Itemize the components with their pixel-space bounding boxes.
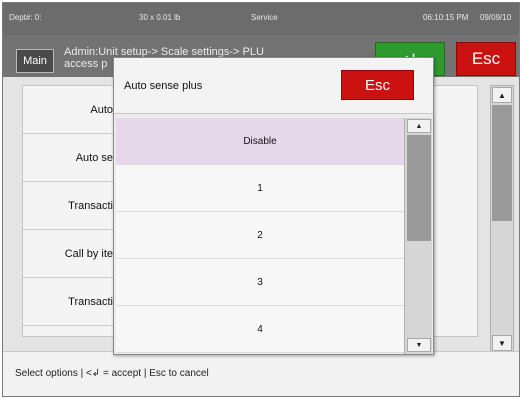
status-time: 06:10:15 PM [423,13,469,22]
triangle-up-icon: ▲ [415,122,423,130]
triangle-down-icon: ▼ [498,338,506,348]
dialog-scroll-down-button[interactable]: ▼ [407,338,431,352]
triangle-down-icon: ▼ [415,341,423,349]
dialog-title: Auto sense plus [124,80,203,92]
status-mode: Service [251,13,278,22]
dialog-scrollbar[interactable]: ▲ ▼ [404,118,432,354]
settings-row[interactable]: Auto [23,86,119,134]
scroll-up-button[interactable]: ▲ [492,87,512,103]
option-1[interactable]: 1 [116,165,404,212]
settings-row[interactable]: Call by ite [23,230,119,278]
scroll-down-button[interactable]: ▼ [492,335,512,351]
esc-button[interactable]: Esc [456,42,516,76]
option-2[interactable]: 2 [116,212,404,259]
settings-row[interactable]: Transacti [23,182,119,230]
option-4[interactable]: 4 [116,306,404,353]
option-list: Disable 1 2 3 4 [116,118,404,354]
settings-row[interactable]: Transacti [23,278,119,326]
dialog-scroll-up-button[interactable]: ▲ [407,119,431,133]
option-3[interactable]: 3 [116,259,404,306]
status-bar: Dept#: 0: 30 x 0.01 lb Service 06:10:15 … [3,3,519,35]
option-disable[interactable]: Disable [116,118,404,165]
hint-text: Select options | <↲ = accept | Esc to ca… [15,368,209,379]
dialog-esc-button[interactable]: Esc [341,70,414,100]
status-weight: 30 x 0.01 lb [139,13,181,22]
dialog-scrollbar-thumb[interactable] [407,135,431,241]
hint-bar: Select options | <↲ = accept | Esc to ca… [3,351,519,396]
option-dialog: Auto sense plus Esc Disable 1 2 3 4 ▲ ▼ [113,57,434,355]
main-button[interactable]: Main [16,49,54,73]
scale-screen: Dept#: 0: 30 x 0.01 lb Service 06:10:15 … [2,2,520,397]
settings-scrollbar[interactable]: ▲ ▼ [490,85,514,353]
triangle-up-icon: ▲ [498,90,506,100]
dialog-header: Auto sense plus Esc [114,58,433,114]
settings-row[interactable]: Auto se [23,134,119,182]
status-dept: Dept#: 0: [9,13,42,22]
status-date: 09/09/10 [480,13,512,22]
scrollbar-thumb[interactable] [492,105,512,221]
